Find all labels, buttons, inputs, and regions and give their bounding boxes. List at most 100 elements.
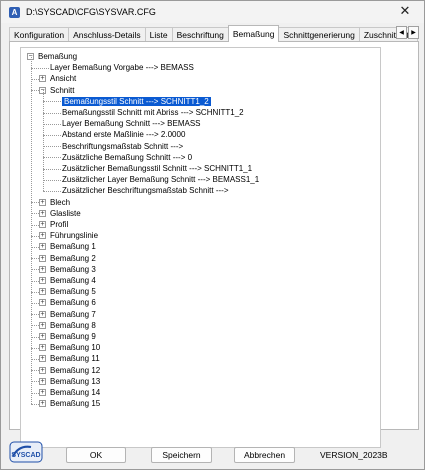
expand-icon[interactable]: + — [39, 400, 46, 408]
tree-item-label: Bemaßung — [38, 52, 78, 61]
expand-icon[interactable]: + — [39, 299, 46, 307]
expand-icon[interactable]: + — [39, 232, 46, 240]
settings-tree[interactable]: − Bemaßung Layer Bemaßung Vorgabe ---> BEM… — [20, 47, 381, 448]
tree-item-label: Führungslinie — [50, 231, 99, 241]
expand-icon[interactable]: + — [39, 277, 46, 284]
tree-connector — [31, 359, 39, 360]
expand-icon[interactable]: + — [39, 366, 46, 374]
ok-button[interactable]: OK — [66, 447, 126, 463]
tree-connector — [31, 79, 39, 80]
tree-connector — [31, 235, 39, 237]
tab-scroll-right-icon[interactable]: ▶ — [408, 26, 419, 39]
version-label: VERSION_2023B — [320, 450, 388, 460]
expand-icon[interactable]: + — [39, 265, 46, 273]
tree-item-label: Bemaßung 6 — [50, 298, 96, 308]
tree-item-label: Bemaßung 7 — [50, 309, 96, 319]
tree-leaf[interactable]: Layer Bemaßung Schnitt ---> BEMASS — [51, 118, 201, 129]
expand-icon[interactable]: + — [39, 310, 46, 318]
tree-connector — [31, 381, 39, 383]
tree-item-label: Abstand erste Maßlinie ---> 2.0000 — [62, 130, 186, 140]
tree-leaf[interactable]: Bemaßungsstil Schnitt mit Abriss ---> SC… — [51, 107, 244, 118]
logo-text: SYSCAD — [11, 452, 40, 459]
tree-connector — [31, 247, 39, 248]
tree-leaf[interactable]: Zusätzliche Bemaßung Schnitt ---> 0 — [51, 152, 192, 163]
expand-icon[interactable]: + — [39, 254, 46, 262]
expand-icon[interactable]: + — [39, 344, 46, 352]
tree-leaf[interactable]: Layer Bemaßung Vorgabe ---> BEMASS — [39, 62, 194, 73]
tree-leaf[interactable]: Zusätzlicher Beschriftungsmaßstab Schnit… — [51, 185, 229, 196]
tree-node[interactable]: + Profil — [39, 219, 68, 230]
tab-konfiguration[interactable]: Konfiguration — [9, 27, 70, 42]
tab-scroll-left-icon[interactable]: ◀ — [396, 26, 407, 39]
tree-leaf[interactable]: Zusätzlicher Layer Bemaßung Schnitt --->… — [51, 174, 259, 185]
tree-node[interactable]: − Schnitt — [39, 85, 74, 96]
expand-icon[interactable]: + — [39, 377, 46, 385]
tree-node[interactable]: + Bemaßung 15 — [39, 398, 100, 409]
expand-icon[interactable]: + — [39, 355, 46, 363]
expand-icon[interactable]: + — [39, 198, 46, 206]
title-bar: A D:\SYSCAD\CFG\SYSVAR.CFG ✕ — [1, 1, 424, 23]
tree-connector — [31, 280, 39, 282]
tree-connector — [31, 403, 39, 405]
tree-connector — [43, 146, 61, 148]
tree-item-label: Bemaßung 13 — [50, 376, 101, 386]
expand-icon[interactable]: + — [39, 75, 46, 83]
tree-connector — [43, 101, 61, 103]
tree-node[interactable]: + Bemaßung 10 — [39, 342, 100, 353]
tree-node[interactable]: + Bemaßung 7 — [39, 309, 96, 320]
expand-icon[interactable]: + — [39, 209, 46, 217]
tree-leaf[interactable]: Beschriftungsmaßstab Schnitt ---> — [51, 141, 183, 152]
expand-icon[interactable]: + — [39, 288, 46, 296]
tree-item-label: Bemaßung 1 — [50, 242, 96, 252]
tree-item-label: Bemaßung 15 — [50, 399, 101, 409]
tree-node[interactable]: + Bemaßung 12 — [39, 365, 100, 376]
close-icon[interactable]: ✕ — [398, 3, 412, 18]
tree-node[interactable]: + Bemaßung 13 — [39, 376, 100, 387]
expand-icon[interactable]: + — [39, 243, 46, 251]
tab-anschluss-details[interactable]: Anschluss-Details — [68, 27, 146, 42]
tree-connector — [31, 325, 39, 327]
tree-node[interactable]: + Bemaßung 2 — [39, 253, 96, 264]
tab-schnittgenerierung[interactable]: Schnittgenerierung — [278, 27, 360, 42]
tree-node[interactable]: + Bemaßung 1 — [39, 241, 96, 252]
tree-node[interactable]: + Blech — [39, 197, 70, 208]
tree-item-label: Bemaßung 4 — [50, 276, 96, 285]
tree-node[interactable]: + Bemaßung 5 — [39, 286, 96, 297]
tree-item-label: Bemaßung 9 — [50, 332, 96, 341]
tree-leaf[interactable]: Abstand erste Maßlinie ---> 2.0000 — [51, 129, 185, 140]
tab-beschriftung[interactable]: Beschriftung — [171, 27, 229, 42]
tree-connector — [31, 56, 32, 404]
cancel-button[interactable]: Abbrechen — [234, 447, 295, 463]
tree-node[interactable]: + Führungslinie — [39, 230, 98, 241]
tree-connector — [43, 191, 61, 192]
tab-bemaßung[interactable]: Bemaßung — [227, 25, 280, 42]
tree-item-label-selected: Bemaßungsstil Schnitt ---> SCHNITT1_2 — [61, 95, 212, 107]
tree-connector — [31, 347, 39, 349]
expand-icon[interactable]: + — [39, 389, 46, 396]
tree-connector — [43, 112, 61, 114]
expand-icon[interactable]: + — [39, 221, 46, 228]
tree-node[interactable]: + Bemaßung 8 — [39, 320, 96, 331]
save-button[interactable]: Speichern — [151, 447, 212, 463]
expand-icon[interactable]: + — [39, 333, 46, 340]
tree-connector — [31, 258, 39, 260]
tree-connector — [31, 303, 39, 304]
tree-node[interactable]: + Bemaßung 9 — [39, 331, 96, 342]
tree-node[interactable]: + Bemaßung 6 — [39, 297, 96, 308]
tree-leaf[interactable]: Bemaßungsstil Schnitt ---> SCHNITT1_2 — [51, 95, 212, 107]
tree-connector — [31, 213, 39, 215]
tree-node[interactable]: + Bemaßung 14 — [39, 387, 100, 398]
tree-leaf[interactable]: Zusätzlicher Bemaßungsstil Schnitt ---> … — [51, 163, 252, 174]
tree-connector — [43, 123, 61, 125]
tree-node[interactable]: + Bemaßung 11 — [39, 353, 100, 364]
tree-node[interactable]: + Bemaßung 4 — [39, 275, 96, 286]
tree-item-label: Zusätzlicher Bemaßungsstil Schnitt ---> … — [62, 164, 253, 173]
tree-node[interactable]: + Bemaßung 3 — [39, 264, 96, 275]
tree-node[interactable]: + Ansicht — [39, 73, 76, 84]
tree-node[interactable]: + Glasliste — [39, 208, 81, 219]
tree-connector — [31, 202, 39, 204]
tab-liste[interactable]: Liste — [144, 27, 173, 42]
tab-scroll-buttons: ◀ ▶ — [395, 26, 419, 39]
tree-node[interactable]: − Bemaßung — [27, 51, 77, 62]
expand-icon[interactable]: + — [39, 321, 46, 329]
